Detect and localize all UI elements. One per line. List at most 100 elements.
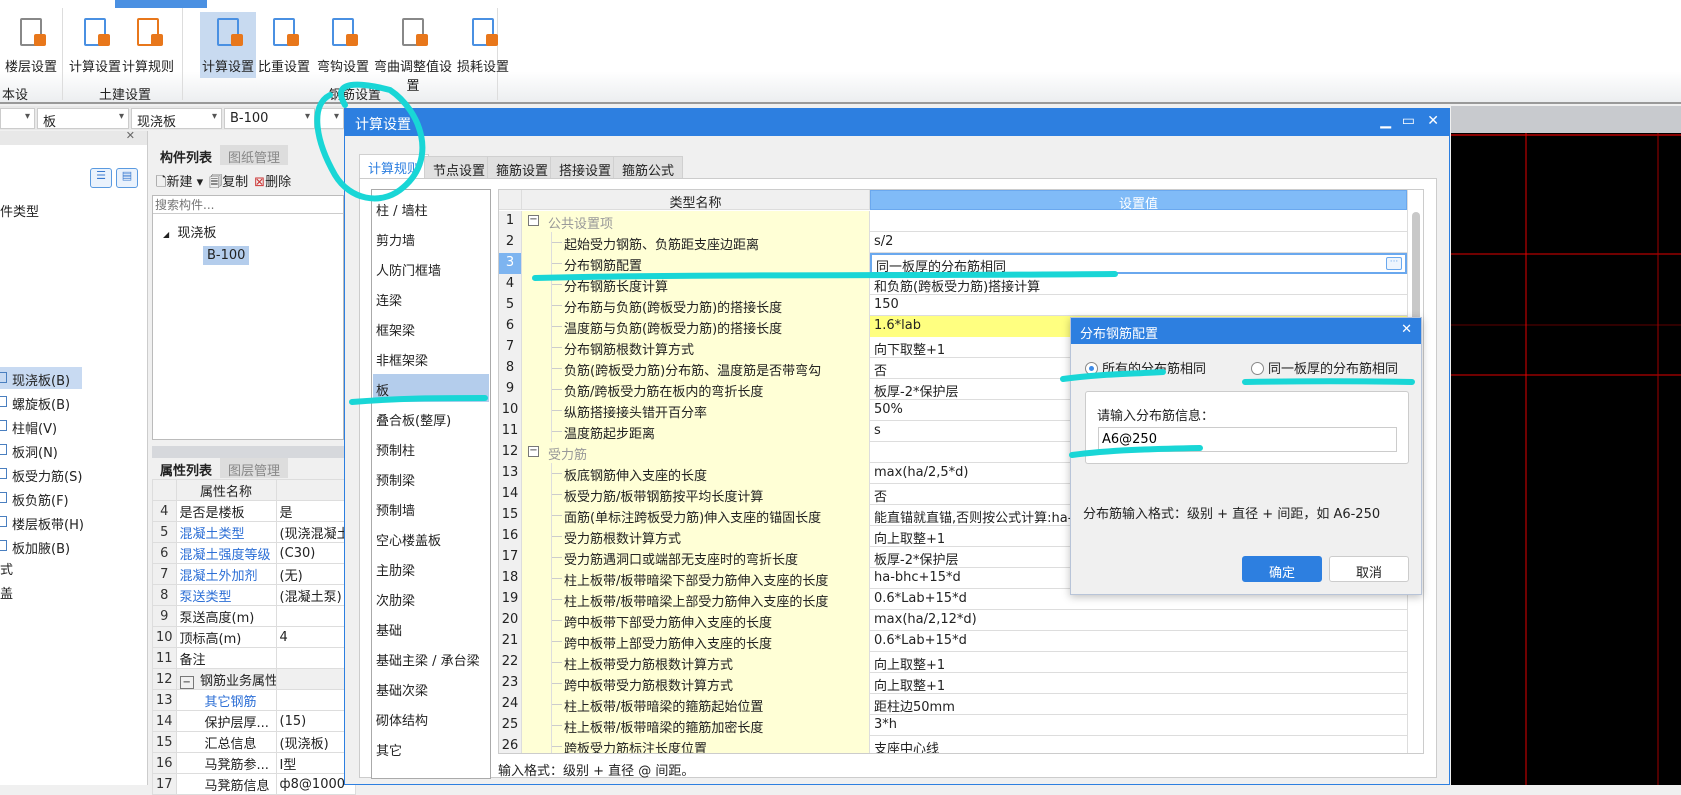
tree-item[interactable]: 板负筋(F): [0, 487, 69, 509]
ribbon-button-6[interactable]: 弯曲调整值设置: [374, 12, 452, 94]
cad-canvas[interactable]: [1451, 133, 1681, 785]
type-combo[interactable]: 现浇板: [131, 108, 222, 130]
collapse-icon[interactable]: −: [179, 675, 194, 689]
ribbon-button-1[interactable]: 计算设置: [68, 12, 122, 78]
category-item[interactable]: 其它: [373, 734, 489, 762]
rule-value[interactable]: 距柱边50mm: [870, 694, 1407, 715]
rule-value[interactable]: 向上取整+1: [870, 673, 1407, 694]
property-row[interactable]: 17 马凳筋信息 ф8@1000*: [152, 773, 356, 795]
tab-layer-management[interactable]: 图层管理: [220, 458, 289, 479]
property-row[interactable]: 8 泵送类型 (混凝土泵): [152, 584, 356, 606]
grid-row[interactable]: 2 起始受力钢筋、负筋距支座边距离 s/2: [499, 232, 1407, 253]
dialog-tab-4[interactable]: 箍筋公式: [613, 156, 684, 179]
property-row[interactable]: 7 混凝土外加剂 (无): [152, 563, 356, 585]
ribbon-button-0[interactable]: 楼层设置: [2, 12, 60, 78]
category-item[interactable]: 预制柱: [373, 434, 489, 462]
property-row[interactable]: 14 保护层厚... (15): [152, 710, 356, 732]
floor-combo[interactable]: [0, 108, 35, 129]
ok-button[interactable]: 确定: [1242, 556, 1322, 582]
rule-value[interactable]: s/2: [870, 232, 1407, 253]
rule-value[interactable]: 3*h: [870, 715, 1407, 736]
scrollbar-thumb[interactable]: [1412, 212, 1420, 332]
category-item[interactable]: 基础: [373, 614, 489, 642]
splitter[interactable]: [152, 446, 344, 458]
grid-row[interactable]: 24 柱上板带/板带暗梁的箍筋起始位置 距柱边50mm: [499, 694, 1407, 715]
ribbon-tab-active[interactable]: [115, 0, 207, 8]
rule-value[interactable]: 向上取整+1: [870, 652, 1407, 673]
property-row[interactable]: 5 混凝土类型 (现浇混凝土: [152, 521, 356, 543]
rule-value[interactable]: 0.6*Lab+15*d: [870, 631, 1407, 652]
category-item[interactable]: 空心楼盖板: [373, 524, 489, 552]
rule-value[interactable]: max(ha/2,12*d): [870, 610, 1407, 631]
tree-item-partial[interactable]: 式: [0, 559, 13, 578]
property-row[interactable]: 12− 钢筋业务属性: [152, 668, 356, 690]
grid-row[interactable]: 3 分布钢筋配置 同一板厚的分布筋相同 ···: [499, 253, 1407, 274]
list-view-icon[interactable]: ☰: [90, 168, 112, 188]
rebar-info-input[interactable]: [1098, 427, 1397, 452]
grid-row[interactable]: 1− 公共设置项: [499, 211, 1407, 232]
category-item[interactable]: 主肋梁: [373, 554, 489, 582]
ribbon-button-3[interactable]: 计算设置: [200, 12, 256, 78]
category-item[interactable]: 基础主梁 / 承台梁: [373, 644, 489, 672]
collapse-arrow-icon[interactable]: ◢: [163, 230, 169, 239]
rule-value[interactable]: 支座中心线: [870, 736, 1407, 753]
tree-item[interactable]: 板洞(N): [0, 439, 58, 461]
category-item[interactable]: 人防门框墙: [373, 254, 489, 282]
category-item[interactable]: 基础次梁: [373, 674, 489, 702]
close-icon[interactable]: ✕: [126, 129, 135, 142]
property-row[interactable]: 16 马凳筋参... Ⅰ型: [152, 752, 356, 774]
category-item[interactable]: 柱 / 墙柱: [373, 194, 489, 222]
new-button[interactable]: 🗋新建 ▾: [156, 171, 203, 190]
category-item[interactable]: 预制梁: [373, 464, 489, 492]
grid-row[interactable]: 22 柱上板带受力筋根数计算方式 向上取整+1: [499, 652, 1407, 673]
tree-item[interactable]: 螺旋板(B): [0, 391, 70, 413]
copy-button[interactable]: 🗐复制: [209, 171, 248, 190]
category-combo[interactable]: 板: [37, 108, 129, 130]
tree-item-partial[interactable]: 盖: [0, 583, 13, 602]
cancel-button[interactable]: 取消: [1329, 556, 1409, 582]
category-item[interactable]: 连梁: [373, 284, 489, 312]
search-input[interactable]: [153, 196, 343, 214]
grid-row[interactable]: 20 跨中板带下部受力筋伸入支座的长度 max(ha/2,12*d): [499, 610, 1407, 631]
property-row[interactable]: 10 顶标高(m) 4: [152, 626, 356, 648]
category-item[interactable]: 非框架梁: [373, 344, 489, 372]
tree-item[interactable]: 柱帽(V): [0, 415, 57, 437]
tree-item[interactable]: 现浇板(B): [0, 367, 82, 389]
property-row[interactable]: 13 其它钢筋: [152, 689, 356, 711]
dialog-tab-1[interactable]: 节点设置: [424, 156, 495, 179]
maximize-icon[interactable]: ▭: [1402, 113, 1415, 129]
ribbon-button-7[interactable]: 损耗设置: [455, 12, 511, 78]
property-row[interactable]: 9 泵送高度(m): [152, 605, 356, 627]
ribbon-button-2[interactable]: 计算规则: [122, 12, 174, 78]
category-item[interactable]: 板: [373, 374, 489, 402]
tree-item[interactable]: 楼层板带(H): [0, 511, 84, 533]
grid-row[interactable]: 25 柱上板带/板带暗梁的箍筋加密长度 3*h: [499, 715, 1407, 736]
tree-item[interactable]: 板受力筋(S): [0, 463, 82, 485]
component-combo[interactable]: B-100: [224, 108, 315, 129]
ribbon-button-5[interactable]: 弯钩设置: [315, 12, 371, 78]
tab-component-list[interactable]: 构件列表: [152, 145, 221, 166]
property-row[interactable]: 4 是否是楼板是: [152, 500, 356, 522]
delete-button[interactable]: ⊠删除: [254, 171, 291, 190]
dialog-tab-0[interactable]: 计算规则: [359, 154, 430, 178]
category-item[interactable]: 叠合板(整厚): [373, 404, 489, 432]
property-row[interactable]: 6 混凝土强度等级 (C30): [152, 542, 356, 564]
category-item[interactable]: 框架梁: [373, 314, 489, 342]
tab-property-list[interactable]: 属性列表: [152, 458, 221, 479]
minimize-icon[interactable]: ▁: [1380, 113, 1391, 129]
close-icon[interactable]: ✕: [1401, 322, 1412, 337]
grid-row[interactable]: 23 跨中板带受力筋根数计算方式 向上取整+1: [499, 673, 1407, 694]
category-item[interactable]: 剪力墙: [373, 224, 489, 252]
grid-row[interactable]: 21 跨中板带上部受力筋伸入支座的长度 0.6*Lab+15*d: [499, 631, 1407, 652]
rule-value[interactable]: 同一板厚的分布筋相同 ···: [870, 253, 1407, 274]
close-icon[interactable]: ✕: [1427, 113, 1439, 129]
dialog-titlebar[interactable]: 计算设置 ▁ ▭ ✕: [345, 109, 1449, 136]
category-item[interactable]: 砌体结构: [373, 704, 489, 732]
dialog-tab-2[interactable]: 箍筋设置: [487, 156, 558, 179]
ribbon-button-4[interactable]: 比重设置: [256, 12, 312, 78]
category-item[interactable]: 预制墙: [373, 494, 489, 522]
radio-same-thickness[interactable]: 同一板厚的分布筋相同: [1251, 358, 1398, 377]
rule-value[interactable]: [870, 211, 1407, 232]
grid-row[interactable]: 26 跨板受力筋标注长度位置 支座中心线: [499, 736, 1407, 753]
extra-combo[interactable]: [317, 108, 344, 129]
